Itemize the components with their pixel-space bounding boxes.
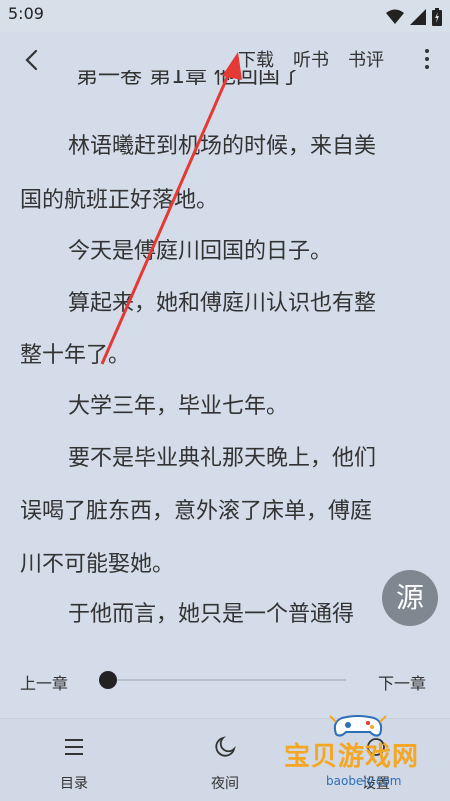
list-icon — [65, 739, 83, 755]
catalog-button[interactable]: 目录 — [34, 719, 114, 801]
text-line: 大学三年，毕业七年。 — [68, 394, 289, 419]
moon-icon — [215, 736, 236, 757]
review-button[interactable]: 书评 — [348, 46, 384, 72]
night-label: 夜间 — [211, 776, 239, 792]
more-options-icon[interactable] — [418, 46, 436, 72]
status-icons — [386, 8, 442, 26]
watermark-url: baobeiy.com — [326, 774, 402, 788]
night-mode-button[interactable]: 夜间 — [185, 719, 265, 801]
progress-slider-track[interactable] — [106, 679, 346, 681]
text-line: 误喝了脏东西，意外滚了床单，傅庭 — [20, 499, 373, 524]
chapter-progress: 上一章 下一章 — [0, 650, 450, 706]
prev-chapter-button[interactable]: 上一章 — [20, 670, 68, 694]
text-line: 川不可能娶她。 — [20, 552, 175, 577]
next-chapter-button[interactable]: 下一章 — [378, 670, 426, 694]
text-line: 整十年了。 — [20, 343, 131, 368]
watermark-logo: 宝贝游戏网 baobeiy.com — [276, 712, 446, 800]
text-line: 今天是傅庭川回国的日子。 — [68, 239, 333, 264]
reading-content[interactable]: 第一卷 第1章 他回国了 林语曦赶到机场的时候，来自美 国的航班正好落地。 今天… — [0, 70, 450, 640]
progress-slider-thumb[interactable] — [99, 671, 117, 689]
download-button[interactable]: 下载 — [238, 46, 274, 72]
text-line: 要不是毕业典礼那天晚上，他们 — [68, 446, 377, 471]
watermark-text: 宝贝游戏网 — [284, 742, 420, 772]
text-line: 国的航班正好落地。 — [20, 188, 219, 213]
text-line: 算起来，她和傅庭川认识也有整 — [68, 291, 377, 316]
catalog-label: 目录 — [60, 776, 88, 792]
status-time: 5:09 — [8, 4, 44, 23]
source-button[interactable]: 源 — [382, 570, 438, 626]
text-line: 林语曦赶到机场的时候，来自美 — [68, 134, 377, 159]
signal-icon — [410, 9, 426, 25]
listen-button[interactable]: 听书 — [293, 46, 329, 72]
wifi-icon — [386, 9, 404, 24]
chapter-title: 第一卷 第1章 他回国了 — [76, 70, 302, 89]
battery-icon — [432, 8, 442, 26]
text-line: 于他而言，她只是一个普通得 — [68, 602, 355, 627]
status-bar: 5:09 — [0, 0, 450, 32]
